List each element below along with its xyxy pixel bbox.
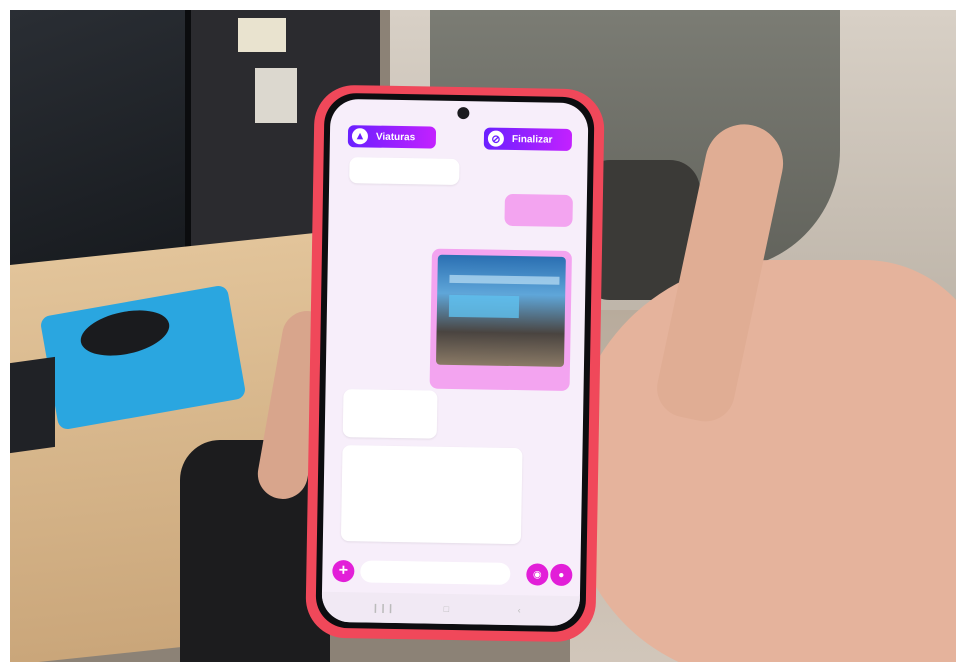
vehicle-icon: ▲ [351,128,369,145]
phone-screen: ▲ Viaturas ⊘ Finalizar + ◉ ● ❙❙❙ □ ‹ [321,98,589,627]
finish-button[interactable]: ⊘ Finalizar [483,127,573,152]
hand-palm [570,260,956,662]
keyboard [10,356,55,454]
message-text [350,451,514,454]
message-sender [351,395,429,396]
camera-icon[interactable]: ◉ [526,563,549,586]
front-camera [457,107,470,120]
finish-button-label: Finalizar [511,133,553,146]
image-thumbnail[interactable] [435,254,566,367]
outgoing-message [504,193,573,228]
mic-icon[interactable]: ● [550,563,573,587]
incoming-message [340,445,523,545]
status-bar [330,99,588,121]
photo: ▲ Viaturas ⊘ Finalizar + ◉ ● ❙❙❙ □ ‹ [10,10,956,662]
sticker [238,18,286,52]
message-composer: + ◉ ● [322,556,580,590]
incoming-message [342,389,438,439]
incoming-message [349,157,460,186]
vehicles-button[interactable]: ▲ Viaturas [347,125,437,149]
smartphone: ▲ Viaturas ⊘ Finalizar + ◉ ● ❙❙❙ □ ‹ [305,84,605,643]
message-text [351,395,429,396]
phone-bezel: ▲ Viaturas ⊘ Finalizar + ◉ ● ❙❙❙ □ ‹ [315,92,595,633]
outgoing-image-message[interactable] [429,248,572,392]
home-icon[interactable]: □ [444,604,450,614]
recents-icon[interactable]: ❙❙❙ [372,603,395,614]
android-nav-bar: ❙❙❙ □ ‹ [321,591,580,627]
message-input[interactable] [360,560,511,585]
plus-icon[interactable]: + [332,559,355,583]
image-detail [448,294,520,319]
image-detail [449,274,560,285]
sticker [255,68,297,123]
message-sender [350,451,514,454]
block-icon: ⊘ [487,130,505,147]
back-icon[interactable]: ‹ [518,605,521,615]
vehicles-button-label: Viaturas [375,131,416,143]
